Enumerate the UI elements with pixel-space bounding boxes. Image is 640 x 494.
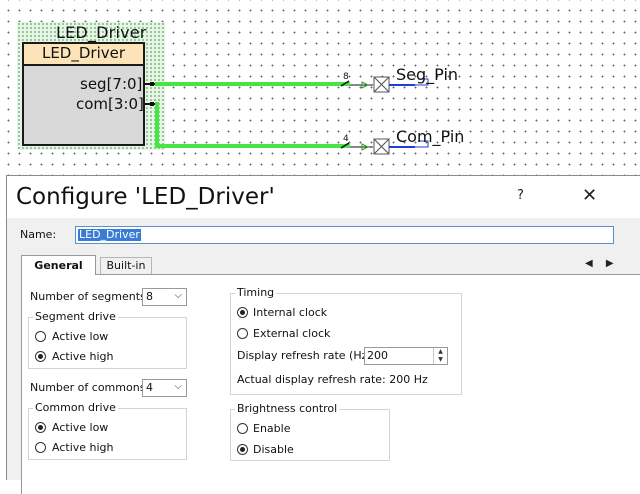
segments-select[interactable]: 8 ⌵ <box>142 288 187 306</box>
com-port-terminal <box>150 102 154 106</box>
commons-select[interactable]: 4 ⌵ <box>142 379 187 397</box>
name-label: Name: <box>20 228 57 241</box>
common-active-high-radio[interactable] <box>35 442 46 453</box>
common-active-low-radio[interactable] <box>35 422 46 433</box>
name-input[interactable]: LED_Driver <box>75 226 614 244</box>
close-button[interactable]: ✕ <box>582 185 597 206</box>
internal-clock-label: Internal clock <box>253 306 328 319</box>
tab-scroll-arrows[interactable]: ◀ ▶ <box>585 258 619 269</box>
segment-active-low-label: Active low <box>52 330 109 343</box>
spinner-arrows-icon[interactable]: ▲ ▼ <box>433 348 447 364</box>
brightness-disable-label: Disable <box>253 443 294 456</box>
name-input-value: LED_Driver <box>78 228 141 241</box>
tab-general[interactable]: General <box>21 255 96 275</box>
brightness-enable-label: Enable <box>253 422 291 435</box>
general-tab-panel: Number of segments: 8 ⌵ Segment drive Ac… <box>21 274 640 494</box>
brightness-title: Brightness control <box>235 402 340 415</box>
refresh-rate-value: 200 <box>367 349 388 362</box>
segments-value: 8 <box>146 290 153 303</box>
wires-layer <box>145 76 429 155</box>
segment-active-high-label: Active high <box>52 350 114 363</box>
segment-active-high-radio[interactable] <box>35 351 46 362</box>
segment-active-low-radio[interactable] <box>35 331 46 342</box>
segment-drive-title: Segment drive <box>33 310 118 323</box>
actual-refresh-rate: Actual display refresh rate: 200 Hz <box>237 373 428 386</box>
commons-label: Number of commons: <box>30 381 150 394</box>
tab-built-in[interactable]: Built-in <box>100 257 152 275</box>
com-pin-label: Com_Pin <box>396 127 465 146</box>
refresh-rate-label: Display refresh rate (Hz) <box>237 349 372 362</box>
common-active-high-label: Active high <box>52 441 114 454</box>
dialog-titlebar[interactable]: Configure 'LED_Driver' ? ✕ <box>7 176 640 218</box>
commons-value: 4 <box>146 381 153 394</box>
common-active-low-label: Active low <box>52 421 109 434</box>
chevron-down-icon: ⌵ <box>174 290 182 301</box>
common-drive-title: Common drive <box>33 401 118 414</box>
brightness-enable-radio[interactable] <box>237 423 248 434</box>
dialog-title: Configure 'LED_Driver' <box>16 184 275 210</box>
segments-label: Number of segments: <box>30 290 150 303</box>
seg-bus-width: 8 <box>343 72 349 82</box>
configure-dialog: Configure 'LED_Driver' ? ✕ Name: LED_Dri… <box>6 175 640 494</box>
external-clock-radio[interactable] <box>237 328 248 339</box>
chevron-down-icon: ⌵ <box>174 381 182 392</box>
seg-port-terminal <box>150 82 154 86</box>
com-bus-wire[interactable] <box>155 102 350 148</box>
com-bus-width: 4 <box>343 134 349 144</box>
brightness-disable-radio[interactable] <box>237 444 248 455</box>
refresh-rate-spinner[interactable]: 200 ▲ ▼ <box>364 347 448 365</box>
external-clock-label: External clock <box>253 327 331 340</box>
timing-title: Timing <box>235 286 277 299</box>
internal-clock-radio[interactable] <box>237 307 248 318</box>
seg-pin-label: Seg_Pin <box>396 65 459 84</box>
help-button[interactable]: ? <box>517 188 524 203</box>
